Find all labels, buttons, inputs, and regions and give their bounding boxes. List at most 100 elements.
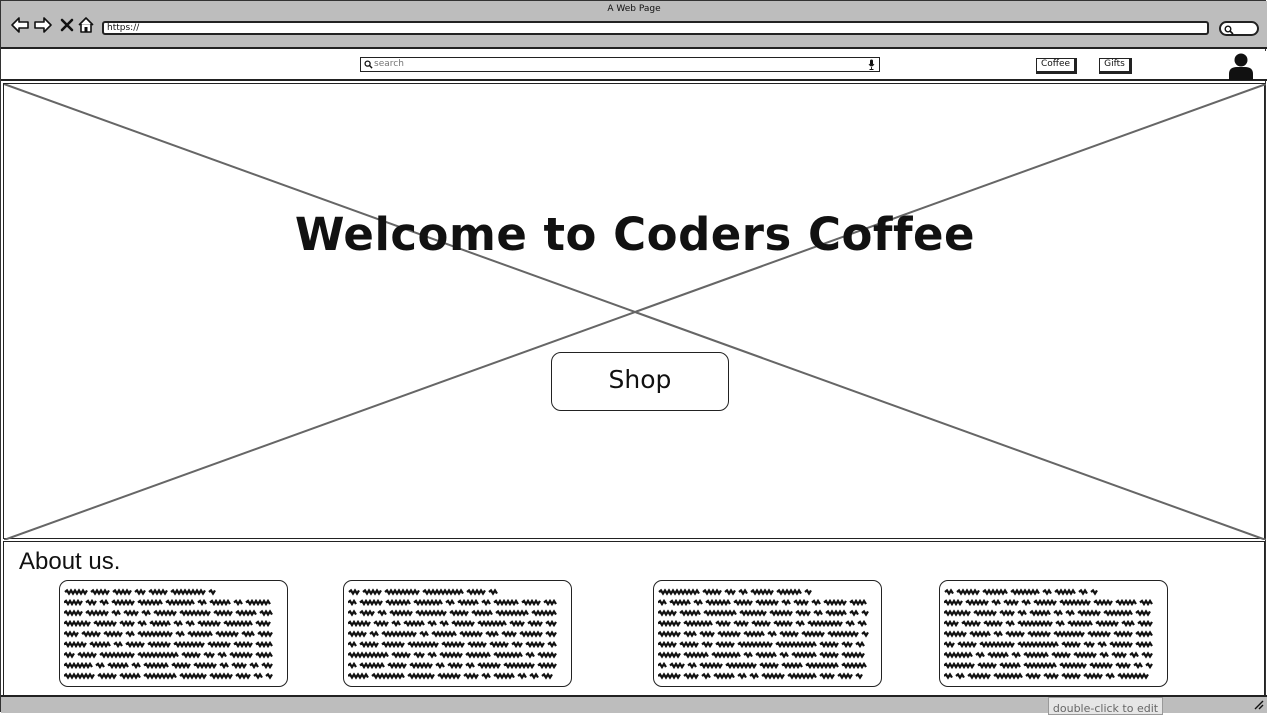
scribble-word — [944, 640, 955, 649]
scribble-word — [517, 672, 527, 680]
scribble-word — [683, 672, 699, 680]
home-icon[interactable] — [75, 15, 97, 35]
scribble-word — [217, 651, 227, 659]
scribble-word — [259, 609, 273, 617]
search-input[interactable] — [374, 58, 864, 70]
scribble-word — [477, 661, 501, 670]
scribble-word — [463, 672, 479, 680]
scribble-word — [979, 640, 1015, 649]
scribble-word — [1067, 619, 1093, 628]
scribble-word — [134, 588, 146, 596]
scribble-word — [527, 619, 543, 628]
scribble-word — [658, 630, 681, 638]
scribble-word — [969, 630, 991, 638]
scribble-text — [348, 588, 557, 680]
scribble-word — [773, 619, 793, 628]
resize-grip-icon[interactable] — [1254, 700, 1264, 710]
nav-coffee-button[interactable]: Coffee — [1036, 58, 1077, 74]
scribble-word — [457, 598, 479, 607]
scribble-word — [64, 672, 95, 680]
scribble-word — [223, 619, 253, 628]
scribble-word — [261, 661, 273, 670]
scribble-word — [525, 651, 535, 659]
scribble-word — [944, 609, 971, 617]
scribble-word — [1078, 588, 1088, 596]
scribble-word — [447, 661, 463, 670]
user-avatar-icon[interactable] — [1227, 52, 1255, 80]
scribble-word — [537, 661, 557, 670]
scribble-word — [209, 672, 233, 680]
scribble-word — [359, 609, 375, 617]
scribble-word — [213, 609, 233, 617]
scribble-word — [793, 598, 809, 607]
scribble-word — [369, 630, 379, 638]
scribble-word — [679, 640, 699, 649]
back-arrow-icon[interactable] — [9, 15, 31, 35]
scribble-word — [359, 661, 385, 670]
scribble-word — [255, 640, 273, 649]
scribble-word — [944, 661, 975, 670]
scribble-word — [1059, 598, 1091, 607]
edit-hint: double-click to edit — [1048, 697, 1163, 715]
scribble-word — [123, 609, 139, 617]
scribble-word — [733, 619, 749, 628]
scribble-word — [197, 619, 221, 628]
site-header: Coffee Gifts — [1, 51, 1267, 81]
scribble-word — [207, 640, 231, 649]
scribble-word — [779, 651, 789, 659]
scribble-word — [977, 661, 997, 670]
scribble-word — [111, 598, 135, 607]
scribble-word — [493, 598, 519, 607]
scribble-word — [111, 609, 121, 617]
scribble-word — [175, 630, 185, 638]
scribble-word — [64, 598, 83, 607]
scribble-word — [445, 598, 455, 607]
scribble-word — [179, 609, 211, 617]
url-bar[interactable]: https:// — [102, 21, 1209, 35]
scribble-word — [779, 630, 799, 638]
scribble-word — [141, 609, 151, 617]
scribble-word — [1139, 598, 1153, 607]
scribble-word — [485, 630, 499, 638]
scribble-word — [687, 661, 697, 670]
scribble-word — [711, 651, 741, 659]
browser-search-box[interactable] — [1219, 21, 1259, 36]
microphone-icon[interactable] — [868, 59, 875, 70]
scribble-word — [993, 630, 1003, 638]
scribble-word — [1061, 640, 1081, 649]
browser-window: A Web Page https:// Coffee Gifts — [0, 0, 1267, 715]
site-search-bar[interactable] — [360, 57, 880, 72]
forward-arrow-icon[interactable] — [32, 15, 54, 35]
hero-image-placeholder: Welcome to Coders Coffee Shop — [3, 83, 1266, 540]
scribble-word — [791, 651, 817, 659]
scribble-word — [348, 588, 360, 596]
scribble-word — [511, 640, 523, 649]
scribble-word — [1129, 651, 1139, 659]
scribble-word — [781, 598, 791, 607]
scribble-word — [131, 661, 141, 670]
scribble-word — [488, 588, 498, 596]
scribble-word — [348, 619, 371, 628]
scribble-word — [987, 651, 1009, 659]
scribble-word — [861, 630, 869, 638]
scribble-word — [658, 609, 677, 617]
scribble-word — [471, 609, 493, 617]
scribble-word — [737, 672, 747, 680]
scribble-word — [1083, 640, 1095, 649]
scribble-word — [705, 598, 731, 607]
scribble-word — [493, 672, 515, 680]
scribble-word — [233, 598, 243, 607]
shop-button[interactable]: Shop — [551, 352, 729, 411]
scribble-word — [348, 640, 357, 649]
scribble-word — [451, 619, 475, 628]
scribble-word — [669, 598, 691, 607]
scribble-word — [813, 609, 823, 617]
scribble-word — [957, 640, 977, 649]
scribble-word — [1011, 651, 1021, 659]
scribble-word — [181, 651, 201, 659]
scribble-word — [1097, 640, 1107, 649]
nav-gifts-button[interactable]: Gifts — [1099, 58, 1132, 74]
scribble-word — [658, 661, 667, 670]
scribble-word — [112, 588, 132, 596]
scribble-word — [841, 640, 853, 649]
